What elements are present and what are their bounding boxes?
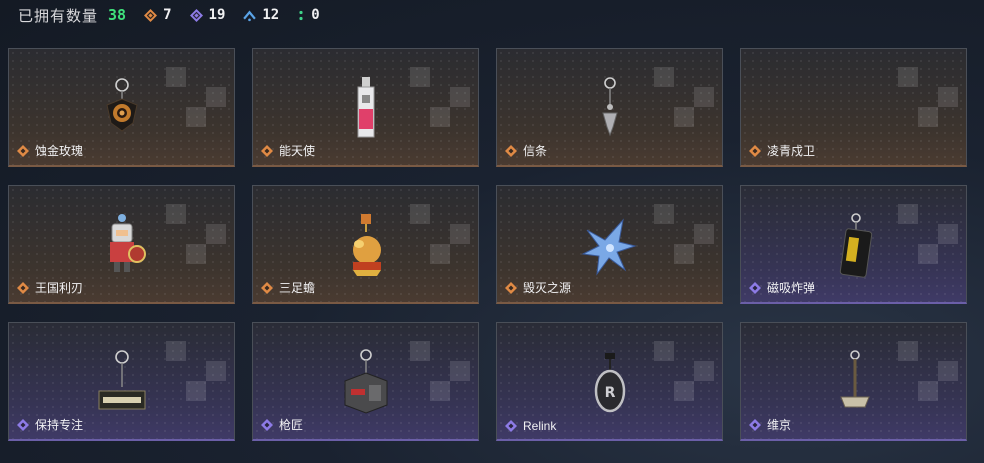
charm-card[interactable]: 三足蟾: [252, 185, 479, 304]
charm-card[interactable]: 毁灭之源: [496, 185, 723, 304]
charm-grid: 蚀金玫瑰 能天使 信条 凌青戍卫 王国利刃 三足蟾 毁灭之源 磁吸炸弹 保持专注…: [8, 48, 967, 441]
charm-card[interactable]: 磁吸炸弹: [740, 185, 967, 304]
stat-orange-value: 7: [163, 7, 172, 23]
grid-pattern-icon: [654, 67, 714, 127]
grid-pattern-icon: [898, 204, 958, 264]
charm-name-row: 凌青戍卫: [749, 142, 815, 159]
charm-name-row: 蚀金玫瑰: [17, 142, 83, 159]
mask-charm-icon: R: [594, 353, 625, 413]
orange-diamond-icon: [261, 281, 273, 294]
grid-pattern-icon: [166, 67, 226, 127]
grid-pattern-icon: [410, 67, 470, 127]
charm-card[interactable]: 王国利刃: [8, 185, 235, 304]
charm-name-row: 维京: [749, 416, 791, 433]
charm-name: 维京: [767, 418, 792, 432]
charm-name: 磁吸炸弹: [767, 281, 816, 295]
charm-name-row: 王国利刃: [17, 279, 83, 296]
rose-charm-icon: [105, 78, 138, 132]
stat-green: 0: [297, 7, 320, 23]
grid-pattern-icon: [166, 204, 226, 264]
charm-card[interactable]: 凌青戍卫: [740, 48, 967, 167]
charm-card[interactable]: 信条: [496, 48, 723, 167]
purple-diamond-icon: [189, 8, 203, 22]
charm-name-row: 枪匠: [261, 416, 303, 433]
purple-diamond-icon: [749, 281, 761, 294]
purple-diamond-icon: [17, 418, 29, 431]
toad-charm-icon: [352, 214, 381, 276]
stat-green-value: 0: [311, 7, 320, 23]
charm-name-row: Relink: [505, 419, 556, 433]
toolbox-charm-icon: [344, 349, 387, 414]
charm-name: 凌青戍卫: [767, 144, 816, 158]
bomb-charm-icon: [839, 213, 872, 278]
grid-pattern-icon: [410, 341, 470, 401]
owned-count: 38: [108, 6, 127, 24]
hammer-charm-icon: [839, 350, 870, 408]
grid-pattern-icon: [898, 341, 958, 401]
charm-name: 蚀金玫瑰: [35, 144, 84, 158]
charm-name: 信条: [523, 144, 548, 158]
stat-purple: 19: [189, 7, 226, 23]
grid-pattern-icon: [166, 341, 226, 401]
orange-diamond-icon: [505, 144, 517, 157]
charm-name: 三足蟾: [279, 281, 316, 295]
charm-name: 王国利刃: [35, 281, 84, 295]
charm-name: 能天使: [279, 144, 316, 158]
charm-name: 保持专注: [35, 418, 84, 432]
charm-name: Relink: [523, 419, 557, 433]
bottle-charm-icon: [357, 77, 374, 138]
charm-name-row: 磁吸炸弹: [749, 279, 815, 296]
grid-pattern-icon: [898, 67, 958, 127]
stat-purple-value: 19: [208, 7, 226, 23]
dragon-charm-icon: [580, 218, 637, 276]
sign-charm-icon: [98, 350, 145, 410]
grid-pattern-icon: [654, 341, 714, 401]
charm-name-row: 三足蟾: [261, 279, 315, 296]
orange-diamond-icon: [17, 281, 29, 294]
charm-card[interactable]: 保持专注: [8, 322, 235, 441]
charm-card[interactable]: 维京: [740, 322, 967, 441]
charm-card[interactable]: 蚀金玫瑰: [8, 48, 235, 167]
charm-card[interactable]: R Relink: [496, 322, 723, 441]
purple-diamond-icon: [261, 418, 273, 431]
svg-text:R: R: [604, 385, 615, 401]
orange-diamond-icon: [17, 144, 29, 157]
collection-header: 已拥有数量 38 7 19 12 0: [0, 0, 984, 30]
knight-charm-icon: [109, 214, 146, 272]
charm-name-row: 信条: [505, 142, 547, 159]
charm-name: 毁灭之源: [523, 281, 572, 295]
charm-card[interactable]: 能天使: [252, 48, 479, 167]
charm-name-row: 毁灭之源: [505, 279, 571, 296]
orange-diamond-icon: [261, 144, 273, 157]
grid-pattern-icon: [654, 204, 714, 264]
owned-label: 已拥有数量: [18, 7, 99, 25]
green-dots-icon: [299, 10, 303, 20]
orange-diamond-icon: [144, 8, 158, 22]
skull-pendant-charm-icon: [601, 77, 618, 137]
stat-blue: 12: [243, 7, 279, 23]
grid-pattern-icon: [410, 204, 470, 264]
charm-name-row: 能天使: [261, 142, 315, 159]
stat-orange: 7: [144, 7, 172, 23]
charm-name-row: 保持专注: [17, 416, 83, 433]
purple-diamond-icon: [505, 420, 517, 432]
orange-diamond-icon: [749, 144, 761, 157]
blue-chevron-icon: [243, 10, 257, 21]
purple-diamond-icon: [749, 418, 761, 431]
charm-name: 枪匠: [279, 418, 304, 432]
stat-blue-value: 12: [262, 7, 280, 23]
charm-card[interactable]: 枪匠: [252, 322, 479, 441]
orange-diamond-icon: [505, 281, 517, 294]
